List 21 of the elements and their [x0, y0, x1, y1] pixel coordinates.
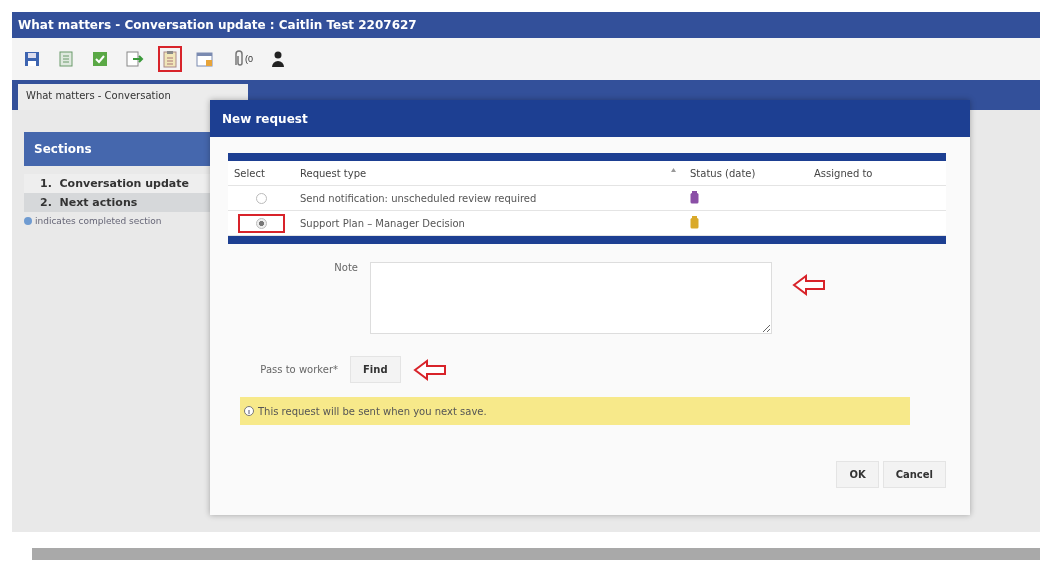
find-button[interactable]: Find [350, 356, 401, 383]
section-item[interactable]: 1. Conversation update [24, 174, 210, 193]
document-tab[interactable]: What matters - Conversation [18, 84, 248, 110]
dialog-title: New request [210, 100, 970, 137]
table-cell-text: Send notification: unscheduled review required [299, 192, 538, 204]
section-item[interactable]: 2. Next actions [24, 193, 210, 212]
column-header[interactable]: Request type [294, 167, 684, 179]
sections-header: Sections [24, 132, 210, 166]
attachment-count: (0 [245, 54, 253, 64]
column-header[interactable]: Status (date) [684, 167, 808, 179]
window-title: What matters - Conversation update : Caitlin Test 2207627 [12, 12, 1040, 38]
field-label: Pass to worker* [259, 364, 338, 375]
dialog-button[interactable]: OK [836, 461, 879, 488]
toolbar-button[interactable]: (0 [228, 46, 257, 72]
info-text: This request will be sent when you next save. [258, 405, 487, 417]
table-cell-text: Support Plan – Manager Decision [299, 217, 466, 229]
dialog-button[interactable]: Cancel [882, 461, 946, 488]
legend-text: indicates completed section [35, 216, 162, 226]
column-header[interactable]: Select [228, 167, 294, 179]
field-label: Note [333, 262, 358, 273]
column-header[interactable]: Assigned to [808, 167, 946, 179]
